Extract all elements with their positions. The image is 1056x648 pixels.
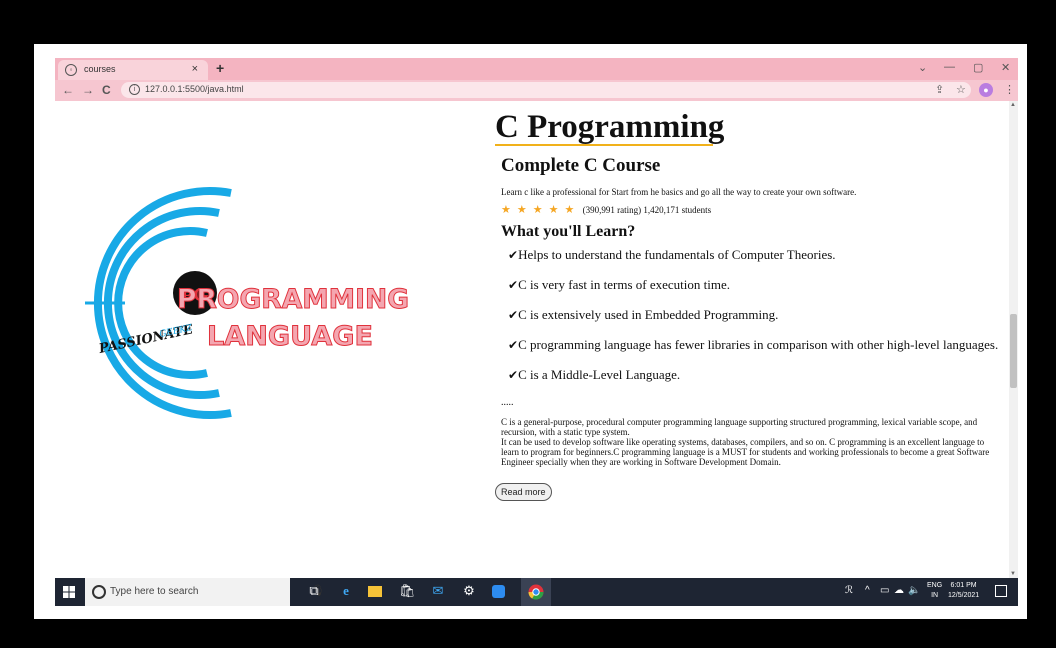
region-code: IN xyxy=(931,592,939,599)
restore-button[interactable]: ▢ xyxy=(973,61,983,74)
chrome-icon xyxy=(528,584,544,600)
clock[interactable]: 6:01 PM 12/5/2021 xyxy=(948,581,979,601)
address-bar: ← → C i 127.0.0.1:5500/java.html ⇪ ☆ ● ⋮ xyxy=(55,80,1018,101)
rating-row: ★ ★ ★ ★ ★ (390,991 rating) 1,420,171 student… xyxy=(501,203,711,216)
taskbar-search-input[interactable]: Type here to search 🎙 xyxy=(85,578,325,606)
ellipsis-text: ..... xyxy=(501,397,514,408)
list-item-text: C programming language has fewer librari… xyxy=(518,337,999,352)
tab-courses[interactable]: ◦ courses × xyxy=(58,60,208,80)
back-button[interactable]: ← xyxy=(62,83,74,97)
search-icon xyxy=(92,585,106,599)
windows-start-icon[interactable] xyxy=(63,586,75,598)
settings-gear-icon[interactable]: ⚙ xyxy=(461,583,477,599)
clock-time: 6:01 PM xyxy=(950,582,977,589)
file-explorer-icon[interactable] xyxy=(368,586,382,597)
title-underline xyxy=(495,144,713,146)
star-icon: ★ xyxy=(548,204,559,216)
tab-title: courses xyxy=(84,64,116,74)
reload-button[interactable]: C xyxy=(102,83,111,97)
description: C is a general-purpose, procedural compu… xyxy=(501,417,1001,467)
c-logo-graphic: PG PASSIONATE GEEKZ PROGRAMMING LANGUAGE xyxy=(85,187,410,419)
logo-word-language: LANGUAGE xyxy=(207,321,373,352)
scroll-down-icon[interactable]: ▼ xyxy=(1010,571,1016,577)
language-indicator[interactable]: ENG IN xyxy=(927,581,942,601)
course-lead: Learn c like a professional for Start fr… xyxy=(501,187,857,197)
globe-icon: ◦ xyxy=(65,64,77,76)
tab-close-button[interactable]: × xyxy=(192,63,198,75)
edge-icon[interactable]: e xyxy=(338,583,354,599)
page-viewport: PG PASSIONATE GEEKZ PROGRAMMING LANGUAGE… xyxy=(55,101,1018,578)
course-logo: PG PASSIONATE GEEKZ PROGRAMMING LANGUAGE xyxy=(55,173,495,433)
url-text: 127.0.0.1:5500/java.html xyxy=(145,84,244,94)
clock-date: 12/5/2021 xyxy=(948,592,980,599)
close-window-button[interactable]: ✕ xyxy=(1001,61,1010,74)
people-icon[interactable]: ℛ xyxy=(845,585,853,596)
profile-avatar[interactable]: ● xyxy=(979,83,993,97)
url-input[interactable]: i 127.0.0.1:5500/java.html xyxy=(121,82,971,98)
description-para-2: It can be used to develop software like … xyxy=(501,437,990,467)
check-icon: ✔ xyxy=(508,248,519,262)
share-icon[interactable]: ⇪ xyxy=(935,83,944,96)
list-item-text: C is a Middle-Level Language. xyxy=(518,367,681,382)
info-icon[interactable]: i xyxy=(129,84,140,95)
check-icon: ✔ xyxy=(508,368,519,382)
forward-button[interactable]: → xyxy=(82,83,94,97)
rating-text: (390,991 rating) 1,420,171 students xyxy=(582,205,712,215)
scrollbar[interactable]: ▲ ▼ xyxy=(1009,101,1018,578)
battery-icon[interactable]: ▭ xyxy=(880,585,889,596)
bookmark-star-icon[interactable]: ☆ xyxy=(956,83,966,96)
mail-icon[interactable]: ✉ xyxy=(430,583,446,599)
star-icon: ★ xyxy=(532,204,543,216)
zoom-icon[interactable] xyxy=(492,585,505,598)
list-item: ✔Helps to understand the fundamentals of… xyxy=(508,247,836,263)
store-icon[interactable]: 🛍 xyxy=(399,583,416,599)
search-placeholder: Type here to search xyxy=(110,586,199,597)
taskbar: Type here to search 🎙 ⧉ e 🛍 ✉ ⚙ ℛ ^ ▭ ☁ … xyxy=(55,578,1018,606)
chrome-taskbar-item[interactable] xyxy=(521,578,551,606)
list-item-text: Helps to understand the fundamentals of … xyxy=(518,247,836,262)
check-icon: ✔ xyxy=(508,338,519,352)
chevron-up-icon[interactable]: ^ xyxy=(865,585,870,596)
course-subtitle: Complete C Course xyxy=(501,155,661,176)
logo-word-programming: PROGRAMMING xyxy=(177,284,409,315)
page-title: C Programming xyxy=(495,109,725,145)
check-icon: ✔ xyxy=(508,278,519,292)
language-code: ENG xyxy=(927,582,943,589)
network-icon[interactable]: ☁ xyxy=(894,585,904,596)
list-item-text: C is very fast in terms of execution tim… xyxy=(518,277,730,292)
list-item: ✔C programming language has fewer librar… xyxy=(508,337,998,353)
star-icon: ★ xyxy=(516,204,527,216)
scroll-up-icon[interactable]: ▲ xyxy=(1010,102,1016,108)
list-item-text: C is extensively used in Embedded Progra… xyxy=(518,307,779,322)
notifications-icon[interactable] xyxy=(995,585,1007,597)
task-view-icon[interactable]: ⧉ xyxy=(306,583,322,599)
description-para-1: C is a general-purpose, procedural compu… xyxy=(501,417,978,437)
tab-strip: ◦ courses × + ⌄ — ▢ ✕ xyxy=(55,58,1018,80)
volume-icon[interactable]: 🔈 xyxy=(908,585,920,596)
tab-search-dropdown-icon[interactable]: ⌄ xyxy=(918,61,927,74)
list-item: ✔C is a Middle-Level Language. xyxy=(508,367,680,383)
star-icon: ★ xyxy=(501,204,511,216)
minimize-button[interactable]: — xyxy=(944,61,955,73)
check-icon: ✔ xyxy=(508,308,519,322)
learn-heading: What you'll Learn? xyxy=(501,223,636,240)
list-item: ✔C is extensively used in Embedded Progr… xyxy=(508,307,778,323)
star-icon: ★ xyxy=(564,204,575,216)
new-tab-button[interactable]: + xyxy=(216,60,224,76)
list-item: ✔C is very fast in terms of execution ti… xyxy=(508,277,730,293)
scrollbar-thumb[interactable] xyxy=(1010,314,1017,388)
menu-icon[interactable]: ⋮ xyxy=(1004,83,1015,96)
screen: ◦ courses × + ⌄ — ▢ ✕ ← → C i 127.0.0.1:… xyxy=(55,58,1018,606)
read-more-button[interactable]: Read more xyxy=(495,483,552,501)
